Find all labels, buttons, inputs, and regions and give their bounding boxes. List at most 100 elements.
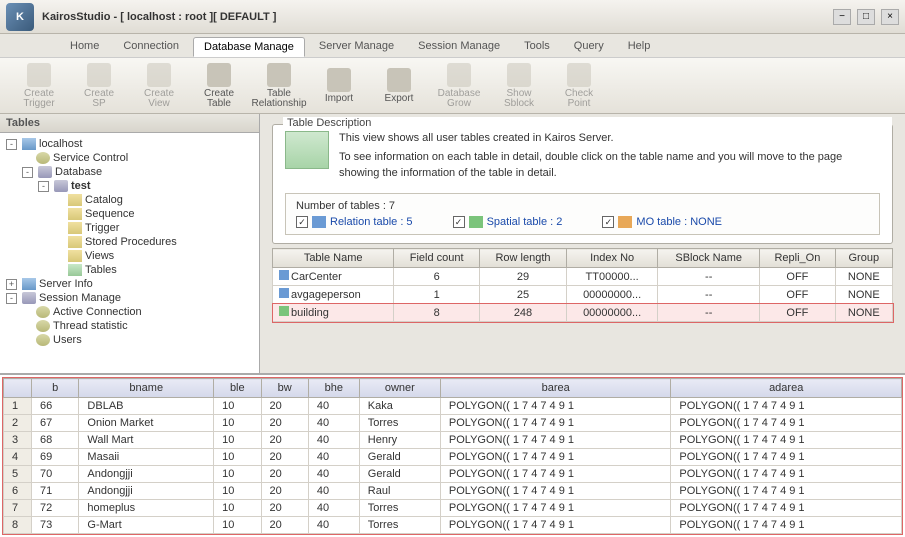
table-row[interactable]: CarCenter629TT00000...--OFFNONE <box>273 268 893 286</box>
menu-query[interactable]: Query <box>564 37 614 55</box>
database-grow-button[interactable]: DatabaseGrow <box>430 61 488 111</box>
checkbox-icon[interactable]: ✓ <box>453 216 465 228</box>
maximize-button[interactable]: □ <box>857 9 875 25</box>
tree-icon <box>38 166 52 178</box>
menu-tools[interactable]: Tools <box>514 37 560 55</box>
grid-row[interactable]: 267Onion Market102040TorresPOLYGON(( 1 7… <box>4 415 902 432</box>
grid-row[interactable]: 873G-Mart102040TorresPOLYGON(( 1 7 4 7 4… <box>4 517 902 534</box>
tree-node-sequence[interactable]: Sequence <box>4 207 255 221</box>
tree-icon <box>36 306 50 318</box>
grid-column-header[interactable]: owner <box>359 379 440 398</box>
checkbox-icon[interactable]: ✓ <box>602 216 614 228</box>
column-header[interactable]: Group <box>835 249 892 268</box>
create-trigger-button[interactable]: CreateTrigger <box>10 61 68 111</box>
content-area: Tables -localhostService Control-Databas… <box>0 114 905 373</box>
check-point-button[interactable]: CheckPoint <box>550 61 608 111</box>
main-panel: Table Description This view shows all us… <box>260 114 905 373</box>
expand-icon[interactable]: - <box>6 293 17 304</box>
tree-node-service-control[interactable]: Service Control <box>4 151 255 165</box>
tree-node-session-manage[interactable]: -Session Manage <box>4 291 255 305</box>
expand-icon[interactable]: - <box>38 181 49 192</box>
tree-icon <box>68 222 82 234</box>
close-button[interactable]: × <box>881 9 899 25</box>
table-type-icon <box>279 270 289 280</box>
expand-icon[interactable]: - <box>6 139 17 150</box>
menubar: HomeConnectionDatabase ManageServer Mana… <box>0 34 905 58</box>
tree-view[interactable]: -localhostService Control-Database-testC… <box>0 133 259 373</box>
grid-row[interactable]: 772homeplus102040TorresPOLYGON(( 1 7 4 7… <box>4 500 902 517</box>
menu-help[interactable]: Help <box>618 37 661 55</box>
grid-row[interactable]: 368Wall Mart102040HenryPOLYGON(( 1 7 4 7… <box>4 432 902 449</box>
table-relationship-icon <box>267 63 291 87</box>
stat-type-icon <box>469 216 483 228</box>
tree-node-database[interactable]: -Database <box>4 165 255 179</box>
tree-icon <box>68 264 82 276</box>
menu-session-manage[interactable]: Session Manage <box>408 37 510 55</box>
expand-icon[interactable]: + <box>6 279 17 290</box>
table-icon <box>285 131 329 169</box>
tree-icon <box>68 194 82 206</box>
grid-column-header[interactable] <box>4 379 32 398</box>
column-header[interactable]: Table Name <box>273 249 394 268</box>
tree-node-users[interactable]: Users <box>4 333 255 347</box>
grid-column-header[interactable]: barea <box>440 379 671 398</box>
grid-column-header[interactable]: bname <box>79 379 214 398</box>
grid-column-header[interactable]: bw <box>261 379 308 398</box>
import-button[interactable]: Import <box>310 61 368 111</box>
create-trigger-icon <box>27 63 51 87</box>
grid-column-header[interactable]: b <box>32 379 79 398</box>
expand-icon[interactable]: - <box>22 167 33 178</box>
tree-node-localhost[interactable]: -localhost <box>4 137 255 151</box>
data-grid[interactable]: bbnameblebwbheownerbareaadarea 166DBLAB1… <box>3 378 902 534</box>
show-sblock-icon <box>507 63 531 87</box>
table-row[interactable]: building824800000000...--OFFNONE <box>273 304 893 322</box>
column-header[interactable]: Repli_On <box>760 249 835 268</box>
menu-connection[interactable]: Connection <box>113 37 189 55</box>
grid-column-header[interactable]: ble <box>214 379 261 398</box>
column-header[interactable]: Index No <box>567 249 658 268</box>
grid-row[interactable]: 166DBLAB102040KakaPOLYGON(( 1 7 4 7 4 9 … <box>4 398 902 415</box>
menu-home[interactable]: Home <box>60 37 109 55</box>
tree-node-thread-statistic[interactable]: Thread statistic <box>4 319 255 333</box>
tree-node-active-connection[interactable]: Active Connection <box>4 305 255 319</box>
sidebar: Tables -localhostService Control-Databas… <box>0 114 260 373</box>
column-header[interactable]: Field count <box>394 249 480 268</box>
create-sp-icon <box>87 63 111 87</box>
grid-column-header[interactable]: adarea <box>671 379 902 398</box>
export-button[interactable]: Export <box>370 61 428 111</box>
tree-node-test[interactable]: -test <box>4 179 255 193</box>
show-sblock-button[interactable]: ShowSblock <box>490 61 548 111</box>
table-count: Number of tables : 7 <box>296 200 869 212</box>
check-point-icon <box>567 63 591 87</box>
create-sp-button[interactable]: CreateSP <box>70 61 128 111</box>
app-window: K KairosStudio - [ localhost : root ][ D… <box>0 0 905 537</box>
tree-icon <box>36 320 50 332</box>
grid-column-header[interactable]: bhe <box>308 379 359 398</box>
checkbox-icon[interactable]: ✓ <box>296 216 308 228</box>
minimize-button[interactable]: − <box>833 9 851 25</box>
tables-table[interactable]: Table NameField countRow lengthIndex NoS… <box>272 248 893 322</box>
tree-node-stored-procedures[interactable]: Stored Procedures <box>4 235 255 249</box>
table-row[interactable]: avgageperson12500000000...--OFFNONE <box>273 286 893 304</box>
table-relationship-button[interactable]: TableRelationship <box>250 61 308 111</box>
description-panel: Table Description This view shows all us… <box>272 124 893 244</box>
menu-server-manage[interactable]: Server Manage <box>309 37 404 55</box>
tree-node-views[interactable]: Views <box>4 249 255 263</box>
description-legend: Table Description <box>283 117 892 129</box>
menu-database-manage[interactable]: Database Manage <box>193 37 305 57</box>
tree-node-tables[interactable]: Tables <box>4 263 255 277</box>
column-header[interactable]: Row length <box>479 249 566 268</box>
grid-row[interactable]: 671Andongjji102040RaulPOLYGON(( 1 7 4 7 … <box>4 483 902 500</box>
create-view-button[interactable]: CreateView <box>130 61 188 111</box>
tree-node-catalog[interactable]: Catalog <box>4 193 255 207</box>
grid-row[interactable]: 570Andongjji102040GeraldPOLYGON(( 1 7 4 … <box>4 466 902 483</box>
grid-row[interactable]: 469Masaii102040GeraldPOLYGON(( 1 7 4 7 4… <box>4 449 902 466</box>
tree-node-trigger[interactable]: Trigger <box>4 221 255 235</box>
stats-box: Number of tables : 7 ✓Relation table : 5… <box>285 193 880 235</box>
create-table-button[interactable]: CreateTable <box>190 61 248 111</box>
tree-icon <box>68 236 82 248</box>
create-table-icon <box>207 63 231 87</box>
table-type-icon <box>279 306 289 316</box>
column-header[interactable]: SBlock Name <box>658 249 760 268</box>
tree-node-server-info[interactable]: +Server Info <box>4 277 255 291</box>
